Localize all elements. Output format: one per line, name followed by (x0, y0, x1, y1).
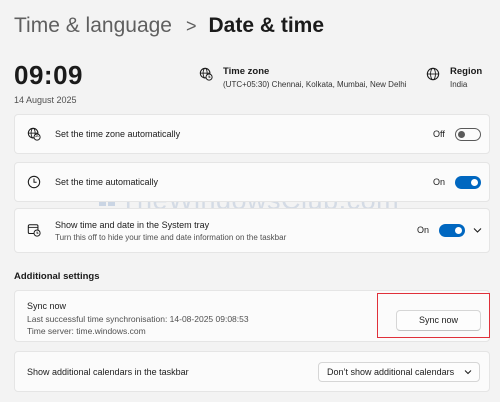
region-value: India (450, 80, 468, 89)
auto-timezone-toggle[interactable] (455, 128, 481, 141)
last-sync-text: Last successful time synchronisation: 14… (27, 314, 249, 324)
current-date: 14 August 2025 (14, 95, 77, 105)
system-tray-state: On (417, 225, 430, 235)
time-zone-value: (UTC+05:30) Chennai, Kolkata, Mumbai, Ne… (223, 80, 407, 89)
breadcrumb: Time & language > Date & time (14, 14, 324, 38)
auto-timezone-label: Set the time zone automatically (55, 129, 181, 139)
system-tray-label: Show time and date in the System tray (55, 220, 210, 230)
chevron-down-icon (464, 370, 472, 375)
breadcrumb-separator: > (185, 16, 197, 36)
page-title: Date & time (208, 14, 325, 37)
system-tray-description: Turn this off to hide your time and date… (55, 233, 287, 242)
additional-calendars-dropdown[interactable]: Don’t show additional calendars (318, 362, 480, 382)
region-info[interactable]: Region India (426, 66, 482, 89)
auto-timezone-row: Set the time zone automatically Off (14, 114, 490, 154)
dropdown-selected-value: Don’t show additional calendars (327, 367, 455, 377)
system-tray-toggle[interactable] (439, 224, 465, 237)
time-server-text: Time server: time.windows.com (27, 326, 146, 336)
auto-time-state: On (433, 177, 446, 187)
globe-sync-icon (27, 127, 41, 141)
breadcrumb-parent-link[interactable]: Time & language (14, 14, 172, 38)
chevron-down-icon[interactable] (473, 227, 482, 234)
system-tray-row[interactable]: Show time and date in the System tray Tu… (14, 208, 490, 253)
region-title: Region (450, 66, 483, 77)
calendar-clock-icon (27, 224, 41, 237)
auto-timezone-state: Off (433, 129, 445, 139)
auto-time-label: Set the time automatically (55, 177, 159, 187)
current-time-block: 09:09 14 August 2025 (14, 60, 83, 105)
auto-time-row: Set the time automatically On (14, 162, 490, 202)
globe-icon (426, 67, 440, 81)
sync-now-title: Sync now (27, 301, 67, 311)
additional-settings-heading: Additional settings (14, 271, 100, 282)
sync-button-highlight-box (377, 293, 490, 338)
globe-clock-icon (199, 67, 213, 81)
additional-calendars-label: Show additional calendars in the taskbar (27, 367, 189, 377)
current-time: 09:09 (14, 60, 83, 90)
auto-time-toggle[interactable] (455, 176, 481, 189)
time-zone-info[interactable]: Time zone (UTC+05:30) Chennai, Kolkata, … (199, 66, 406, 89)
clock-icon (27, 175, 41, 189)
time-zone-title: Time zone (223, 66, 270, 77)
